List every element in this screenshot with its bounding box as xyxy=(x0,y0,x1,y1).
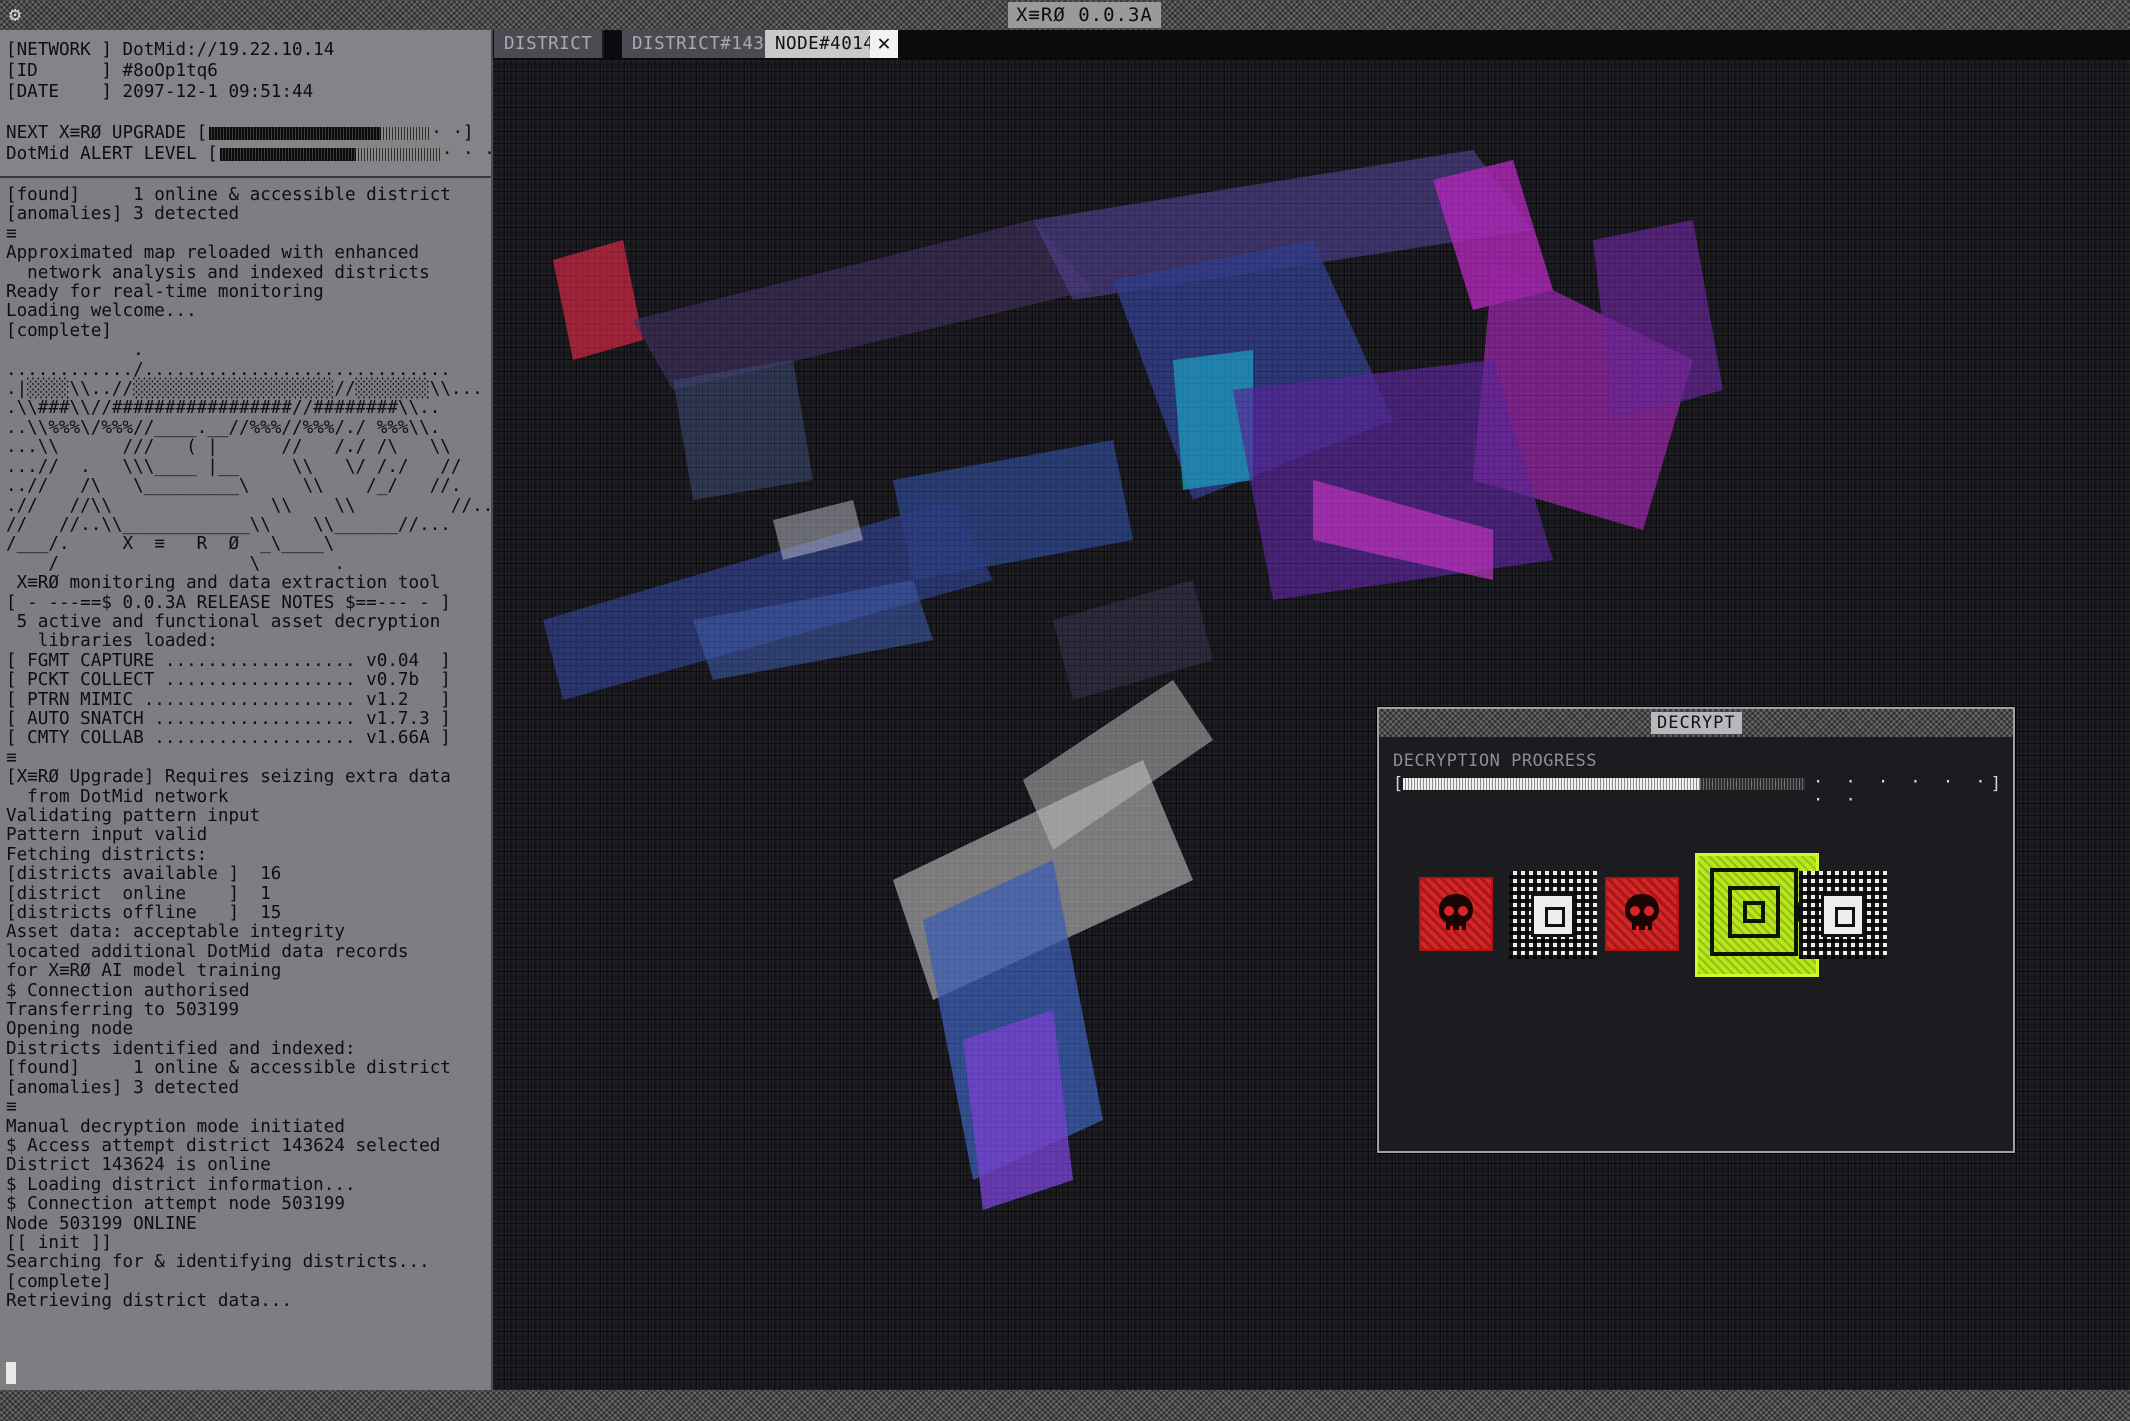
node-tile[interactable] xyxy=(1509,871,1597,959)
log-line: [district online ] 1 xyxy=(6,883,271,904)
date-line: [DATE ] 2097-12-1 09:51:44 xyxy=(6,82,314,102)
log-line: X≡RØ monitoring and data extraction tool xyxy=(6,573,441,594)
log-line: Opening node xyxy=(6,1019,134,1040)
log-line: network analysis and indexed districts xyxy=(6,262,430,283)
log-line: Approximated map reloaded with enhanced xyxy=(6,243,420,264)
log-line: from DotMid network xyxy=(6,786,229,807)
log-line: Fetching districts: xyxy=(6,844,208,865)
log-line: Ready for real-time monitoring xyxy=(6,282,324,303)
log-line: [districts offline ] 15 xyxy=(6,903,282,924)
log-line: located additional DotMid data records xyxy=(6,941,409,962)
log-line: ...// . \\\____ |__ \\ \/ /./ // xyxy=(6,456,462,477)
log-line: $ Loading district information... xyxy=(6,1174,356,1195)
log-line: ≡ xyxy=(6,747,17,768)
alert-meter-fill xyxy=(219,147,357,161)
skull-tile[interactable] xyxy=(1605,877,1679,951)
log-line: // //..\\____________\\ \\______//... xyxy=(6,514,451,535)
log-line: /___/. X ≡ R Ø _\____\ xyxy=(6,534,335,555)
upgrade-meter xyxy=(209,126,430,140)
log-line: 5 active and functional asset decryption xyxy=(6,611,441,632)
log-line: .\\###\\//#################//########\\.… xyxy=(6,398,441,419)
gear-icon[interactable]: ⚙ xyxy=(4,3,26,25)
title-bar: ⚙ X≡RØ 0.0.3A xyxy=(0,0,2130,30)
log-line: Validating pattern input xyxy=(6,806,261,826)
status-header: [NETWORK ] DotMid://19.22.10.14 [ID ] #8… xyxy=(0,30,491,178)
progress-fill xyxy=(1403,778,1701,790)
log-line: [X≡RØ Upgrade] Requires seizing extra da… xyxy=(6,767,451,788)
close-icon[interactable]: ✕ xyxy=(870,30,898,58)
terminal-panel: [NETWORK ] DotMid://19.22.10.14 [ID ] #8… xyxy=(0,30,493,1390)
log-line: / \ . xyxy=(6,553,345,574)
progress-track xyxy=(1403,778,1805,790)
log-line: [found] 1 online & accessible district xyxy=(6,1058,451,1079)
log-line: Transferring to 503199 xyxy=(6,1000,240,1021)
progress-bracket-close: ] xyxy=(1990,774,2001,794)
log-line: ≡ xyxy=(6,223,17,244)
node-chip-icon xyxy=(1531,893,1575,937)
log-line: .// //\\ \\ \\ //.. xyxy=(6,495,493,516)
terminal-cursor[interactable] xyxy=(6,1362,16,1384)
alert-meter-row: DotMid ALERT LEVEL [ · · ·] xyxy=(6,144,491,164)
alert-suffix: · · ·] xyxy=(441,144,491,164)
decryption-progress-label: DECRYPTION PROGRESS xyxy=(1393,751,1597,771)
log-line: [anomalies] 3 detected xyxy=(6,204,240,225)
log-line: ≡ xyxy=(6,1097,17,1118)
log-line: $ Connection attempt node 503199 xyxy=(6,1194,345,1215)
terminal-log: [found] 1 online & accessible district [a… xyxy=(6,185,493,1312)
id-line: [ID ] #8oOp1tq6 xyxy=(6,61,218,81)
progress-dots: · · · · · · · · xyxy=(1813,772,1992,810)
network-line: [NETWORK ] DotMid://19.22.10.14 xyxy=(6,40,335,60)
alert-meter xyxy=(219,147,440,161)
log-line: $ Access attempt district 143624 selecte… xyxy=(6,1135,441,1156)
decrypt-header: DECRYPT xyxy=(1379,709,2013,737)
node-chip-icon xyxy=(1821,893,1865,937)
log-line: [ FGMT CAPTURE .................. v0.04 … xyxy=(6,650,451,671)
log-line: [ CMTY COLLAB ................... v1.66A… xyxy=(6,728,451,749)
app-title: X≡RØ 0.0.3A xyxy=(1008,2,1161,28)
alert-label: DotMid ALERT LEVEL [ xyxy=(6,144,218,164)
tab-district-index[interactable]: DISTRICT INDEX xyxy=(494,30,605,82)
skull-tile[interactable] xyxy=(1419,877,1493,951)
log-line: Loading welcome... xyxy=(6,301,197,322)
decryption-progress-bar: [ · · · · · · · · ] xyxy=(1393,773,2001,809)
log-line: [anomalies] 3 detected xyxy=(6,1077,240,1098)
log-line: [ PTRN MIMIC .................... v1.2 ] xyxy=(6,689,451,710)
log-line: for X≡RØ AI model training xyxy=(6,961,282,982)
decrypt-title: DECRYPT xyxy=(1651,712,1742,734)
decrypt-dialog: DECRYPT DECRYPTION PROGRESS [ · · · · · … xyxy=(1377,707,2015,1153)
log-line: ..// /\ \_________\ \\ /_/ //. xyxy=(6,476,462,497)
status-bar xyxy=(0,1390,2130,1421)
log-line: ............/...........................… xyxy=(6,359,451,380)
log-line: Manual decryption mode initiated xyxy=(6,1116,345,1137)
upgrade-meter-fill xyxy=(209,126,381,140)
log-line: ...\\ /// ( | // /./ /\ \\ xyxy=(6,437,451,458)
log-line: [districts available ] 16 xyxy=(6,864,282,885)
upgrade-label: NEXT X≡RØ UPGRADE [ xyxy=(6,123,208,143)
log-line: Asset data: acceptable integrity xyxy=(6,922,345,943)
upgrade-meter-row: NEXT X≡RØ UPGRADE [ · ·] xyxy=(6,123,474,143)
log-line: . xyxy=(6,340,144,361)
node-visualization[interactable]: DECRYPT DECRYPTION PROGRESS [ · · · · · … xyxy=(493,60,2130,1390)
log-line: [[ init ]] xyxy=(6,1232,112,1253)
log-line: [found] 1 online & accessible district xyxy=(6,185,451,205)
log-line: Node 503199 ONLINE xyxy=(6,1213,197,1234)
node-tile[interactable] xyxy=(1799,871,1887,959)
upgrade-suffix: · ·] xyxy=(431,123,474,143)
log-line: ..\\%%%\/%%%//____.__//%%%//%%%/./ %%%\\… xyxy=(6,417,441,438)
log-line: [ PCKT COLLECT .................. v0.7b … xyxy=(6,670,451,691)
log-line: [complete] xyxy=(6,1271,112,1292)
log-line: Retrieving district data... xyxy=(6,1291,292,1312)
log-line: .|░░░░\\..//░░░░░░░░░░░░░░░░░░░//░░░░░░░… xyxy=(6,379,483,400)
log-line: $ Connection authorised xyxy=(6,980,250,1001)
progress-bracket-open: [ xyxy=(1393,774,1404,794)
log-line: District 143624 is online xyxy=(6,1155,271,1176)
log-line: [complete] xyxy=(6,320,112,341)
log-line: Searching for & identifying districts... xyxy=(6,1252,430,1273)
log-line: [ - ---==$ 0.0.3A RELEASE NOTES $==--- -… xyxy=(6,592,451,613)
log-line: Pattern input valid xyxy=(6,825,208,846)
log-line: Districts identified and indexed: xyxy=(6,1038,356,1059)
log-line: libraries loaded: xyxy=(6,631,218,652)
log-line: [ AUTO SNATCH ................... v1.7.3… xyxy=(6,708,451,729)
